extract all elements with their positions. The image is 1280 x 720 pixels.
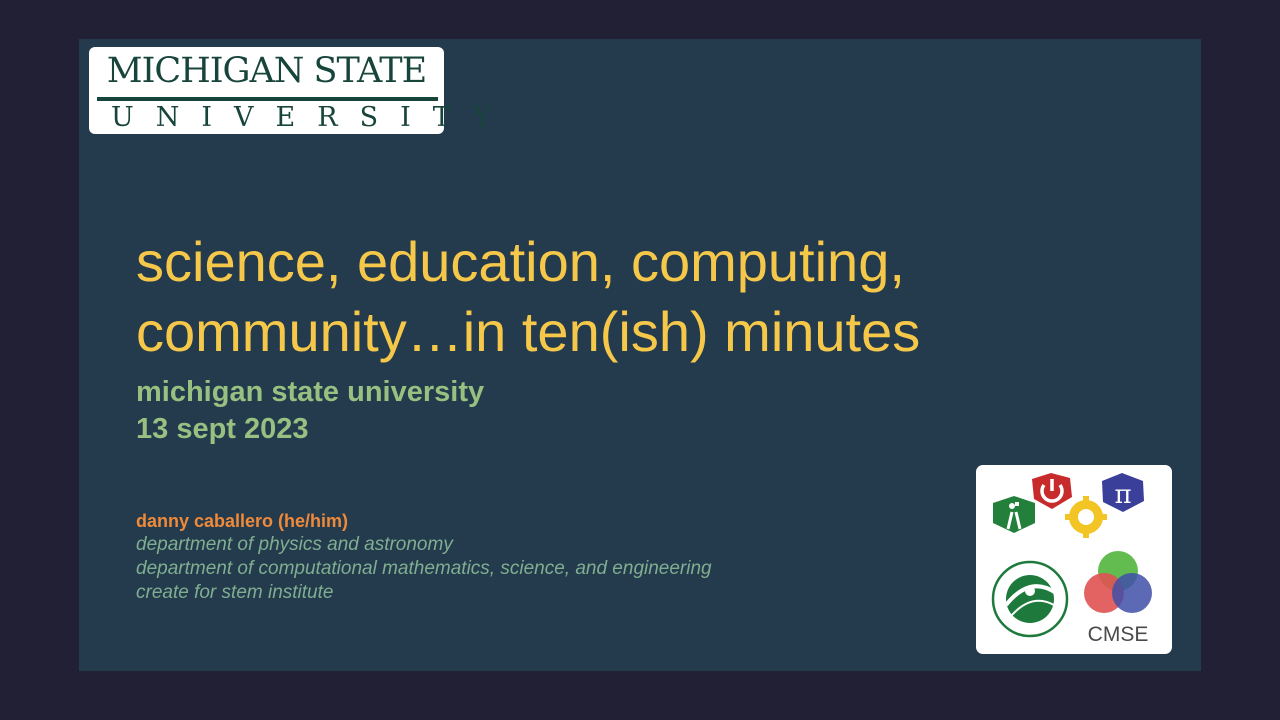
- msu-logo-rule: [97, 97, 438, 101]
- institution-label: michigan state university: [136, 376, 485, 408]
- slide-title-line-1: science, education, computing,: [136, 230, 905, 293]
- slide-title: science, education, computing, community…: [136, 227, 1136, 367]
- gear-icon: [1065, 496, 1107, 538]
- affiliation-item: department of computational mathematics,…: [136, 558, 712, 579]
- msu-logo: MICHIGAN STATE UNIVERSITY: [89, 47, 513, 134]
- date-label: 13 sept 2023: [136, 413, 309, 445]
- department-logos-graphic: π CMSE: [991, 473, 1152, 646]
- slide-title-line-2: community…in ten(ish) minutes: [136, 300, 921, 363]
- cmse-logo: CMSE: [1084, 551, 1152, 646]
- power-hexagon-icon: [1032, 473, 1072, 509]
- science-hexagon-icon: [993, 496, 1035, 533]
- affiliation-list: department of physics and astronomy depa…: [136, 533, 712, 605]
- pi-hexagon-icon: π: [1102, 473, 1144, 512]
- msu-logo-wordmark-top: MICHIGAN STATE: [106, 51, 427, 91]
- slide: MICHIGAN STATE UNIVERSITY science, educa…: [79, 39, 1201, 671]
- msu-logo-wordmark-bottom: UNIVERSITY: [111, 102, 513, 133]
- department-logos: π CMSE: [976, 465, 1172, 654]
- affiliation-item: create for stem institute: [136, 582, 334, 603]
- author-name: danny caballero (he/him): [136, 511, 349, 531]
- affiliation-item: department of physics and astronomy: [136, 534, 453, 555]
- cmse-label: CMSE: [1088, 623, 1149, 646]
- physics-astronomy-seal: [991, 560, 1069, 638]
- pi-glyph: π: [1114, 480, 1131, 510]
- slide-subtitle: michigan state university 13 sept 2023: [136, 374, 484, 448]
